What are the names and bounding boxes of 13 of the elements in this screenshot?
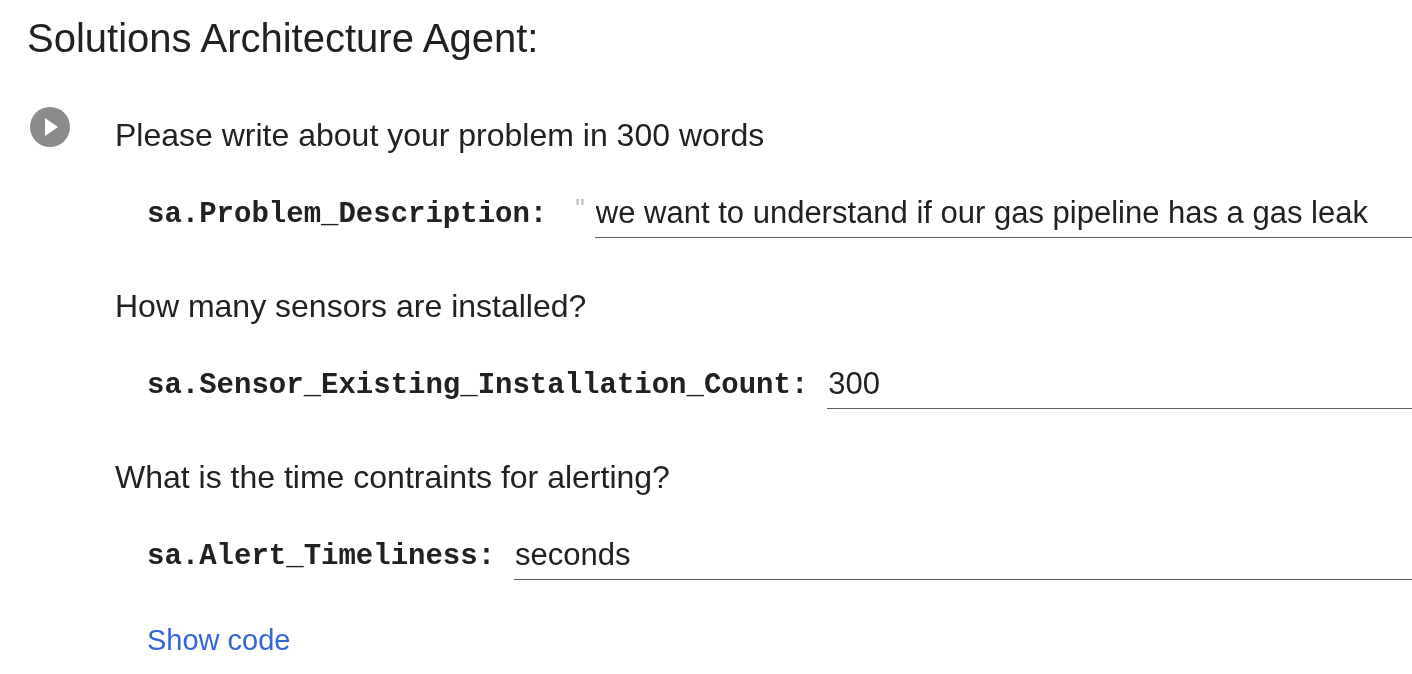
- show-code-link[interactable]: Show code: [147, 624, 291, 656]
- play-icon[interactable]: [30, 107, 70, 147]
- text-field[interactable]: 300: [827, 363, 1412, 409]
- field-label: sa.Sensor_Existing_Installation_Count:: [147, 368, 809, 404]
- question-text: What is the time contraints for alerting?: [115, 458, 671, 497]
- cell-title: Solutions Architecture Agent:: [27, 16, 540, 60]
- field-label: sa.Problem_Description:: [147, 197, 548, 233]
- question-text: How many sensors are installed?: [115, 287, 588, 326]
- quote-mark: ": [575, 194, 585, 224]
- text-field[interactable]: seconds: [514, 534, 1412, 580]
- question-text: Please write about your problem in 300 words: [115, 116, 766, 155]
- field-label: sa.Alert_Timeliness:: [147, 539, 496, 575]
- text-field[interactable]: we want to understand if our gas pipeline has a gas leak: [594, 192, 1412, 238]
